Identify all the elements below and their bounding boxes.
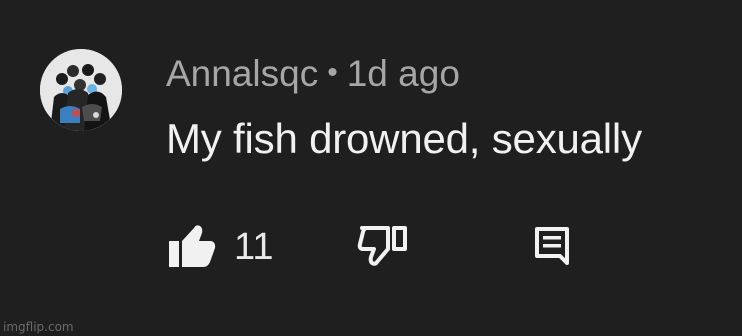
reply-button[interactable]	[534, 226, 570, 266]
thumbs-up-filled-icon	[169, 225, 216, 267]
watermark: imgflip.com	[3, 320, 74, 334]
thumbs-down-outline-icon	[357, 226, 407, 266]
comment-actions: 11	[0, 0, 742, 336]
like-button[interactable]: 11	[168, 222, 273, 268]
comment-reply-icon	[535, 227, 569, 265]
comment-card: Annalsqc • 1d ago My fish drowned, sexua…	[0, 0, 742, 336]
like-count: 11	[234, 225, 274, 268]
dislike-button[interactable]	[356, 224, 408, 268]
